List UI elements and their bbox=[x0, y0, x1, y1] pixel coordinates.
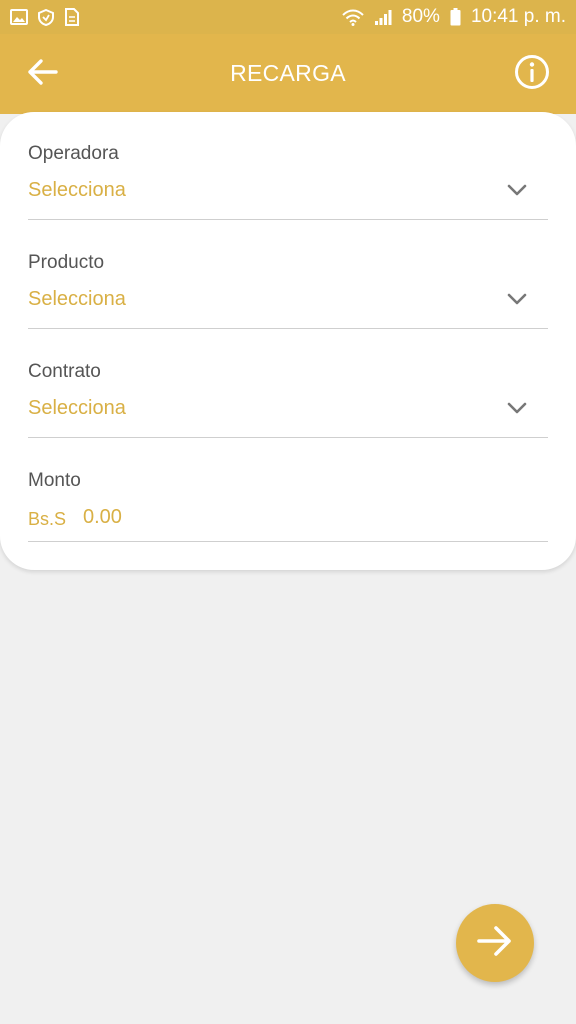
info-button[interactable] bbox=[514, 54, 550, 95]
status-notifications bbox=[10, 8, 80, 26]
producto-label: Producto bbox=[28, 252, 105, 273]
battery-percent: 80% bbox=[401, 6, 440, 27]
producto-field[interactable]: Producto Selecciona bbox=[28, 252, 548, 329]
gallery-icon bbox=[10, 9, 28, 25]
operadora-select[interactable]: Selecciona bbox=[28, 179, 126, 202]
wifi-icon bbox=[342, 9, 364, 26]
page-title: RECARGA bbox=[230, 60, 346, 86]
operadora-label: Operadora bbox=[28, 143, 119, 164]
monto-field[interactable]: Monto Bs.S 0.00 bbox=[28, 470, 548, 542]
contrato-field[interactable]: Contrato Selecciona bbox=[28, 361, 548, 438]
monto-label: Monto bbox=[28, 470, 81, 491]
contrato-label: Contrato bbox=[28, 361, 101, 382]
chevron-down-icon[interactable] bbox=[506, 397, 528, 419]
shield-icon bbox=[38, 8, 54, 26]
clock: 10:41 p. m. bbox=[470, 6, 566, 27]
recharge-form-card: Operadora Selecciona Producto Selecciona… bbox=[0, 112, 576, 570]
chevron-down-icon[interactable] bbox=[506, 179, 528, 201]
chevron-down-icon[interactable] bbox=[506, 288, 528, 310]
status-bar: 80% 10:41 p. m. bbox=[0, 0, 576, 34]
app-bar: RECARGA bbox=[0, 34, 576, 114]
producto-select[interactable]: Selecciona bbox=[28, 288, 126, 311]
info-circle-icon bbox=[514, 54, 550, 95]
operadora-field[interactable]: Operadora Selecciona bbox=[28, 143, 548, 220]
signal-icon bbox=[374, 9, 392, 25]
contrato-select[interactable]: Selecciona bbox=[28, 397, 126, 420]
battery-icon bbox=[450, 8, 461, 26]
status-system: 80% 10:41 p. m. bbox=[342, 6, 566, 28]
currency-prefix: Bs.S bbox=[28, 509, 67, 529]
arrow-right-icon bbox=[476, 924, 514, 963]
document-icon bbox=[64, 8, 80, 26]
next-button[interactable] bbox=[456, 904, 534, 982]
amount-input[interactable]: 0.00 bbox=[83, 506, 122, 529]
